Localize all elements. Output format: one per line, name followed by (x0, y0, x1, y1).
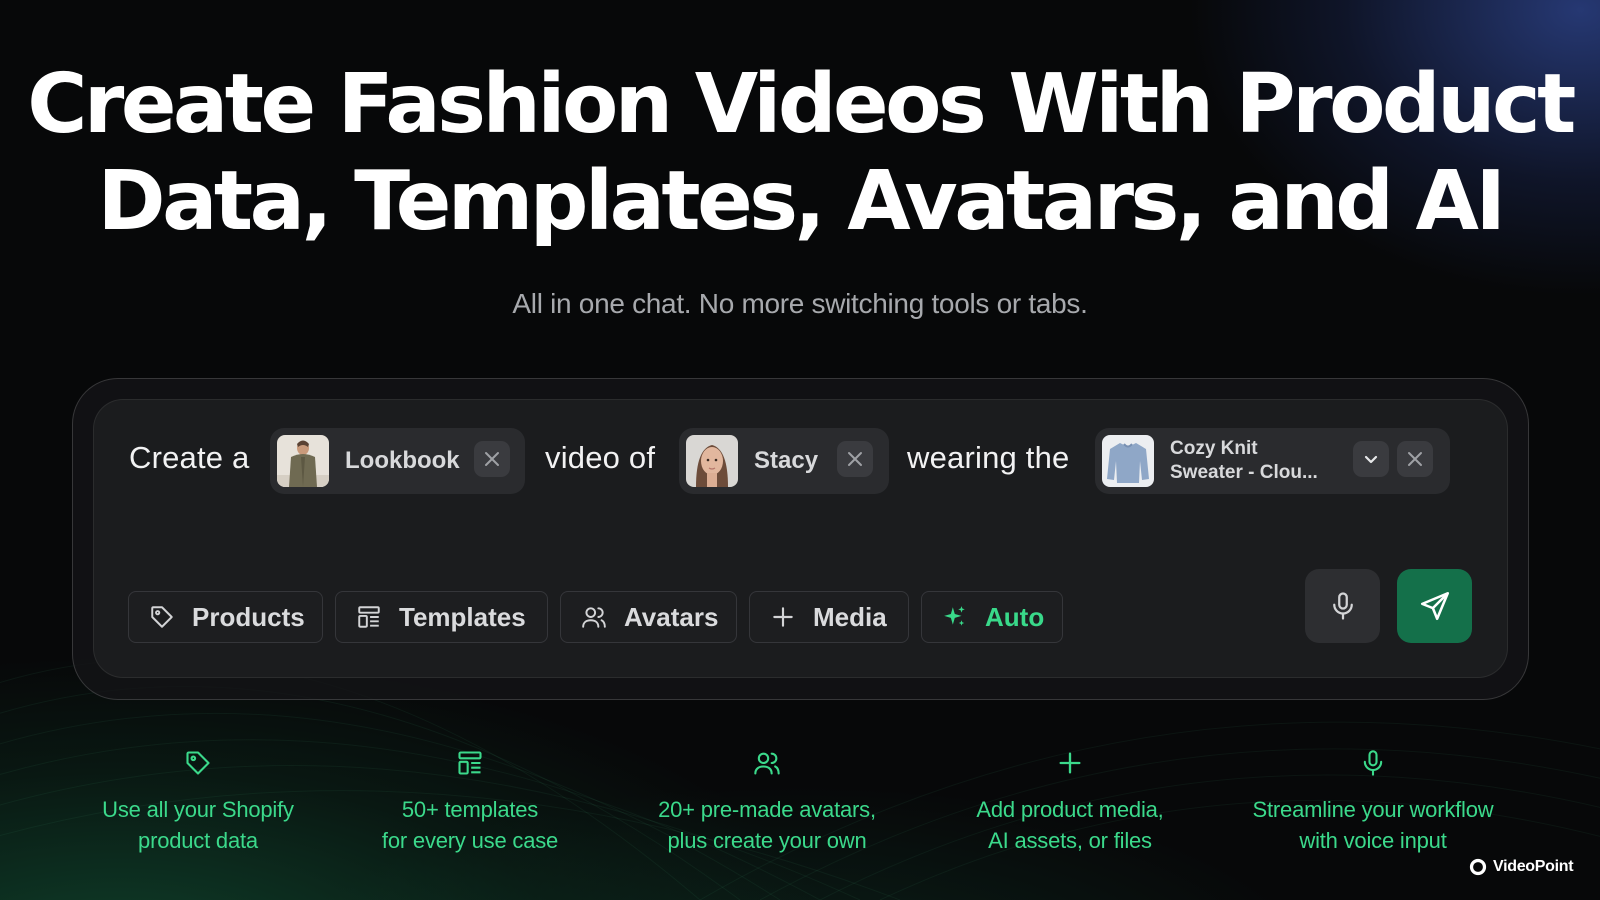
hero-title-line1: Create Fashion Videos With Product (27, 57, 1576, 152)
template-icon (356, 604, 382, 630)
brand-name: VideoPoint (1493, 858, 1574, 875)
send-button[interactable] (1397, 569, 1472, 643)
users-icon (581, 604, 607, 630)
product-chip-label-line1: Cozy Knit (1170, 438, 1258, 459)
product-chip-label: Cozy Knit Sweater - Clou... (1170, 437, 1318, 485)
voice-input-button[interactable] (1305, 569, 1380, 643)
feature-shopify-data: Use all your Shopify product data (48, 748, 348, 856)
users-icon (617, 748, 917, 778)
feature-text-line2: product data (138, 828, 258, 853)
feature-text-line2: with voice input (1299, 828, 1447, 853)
media-button-label: Media (813, 601, 887, 632)
feature-media: Add product media, AI assets, or files (920, 748, 1220, 856)
hero-title: Create Fashion Videos With Product Data,… (0, 56, 1600, 250)
avatars-button[interactable]: Avatars (560, 591, 737, 643)
mic-icon (1223, 748, 1523, 778)
sweater-thumbnail (1102, 435, 1154, 487)
hero-subtitle: All in one chat. No more switching tools… (512, 288, 1088, 319)
feature-text-line1: 20+ pre-made avatars, (658, 797, 876, 822)
feature-avatars: 20+ pre-made avatars, plus create your o… (617, 748, 917, 856)
send-icon (1420, 591, 1449, 621)
jacket-model-thumbnail (277, 435, 329, 487)
media-button[interactable]: Media (749, 591, 909, 643)
feature-text-line1: Use all your Shopify (102, 797, 294, 822)
feature-text-line2: AI assets, or files (988, 828, 1152, 853)
close-icon (848, 452, 862, 466)
product-dropdown-button[interactable] (1353, 441, 1389, 477)
feature-text-line1: Add product media, (976, 797, 1164, 822)
prompt-text-wearing-the: wearing the (907, 440, 1070, 475)
auto-button[interactable]: Auto (921, 591, 1063, 643)
product-chip[interactable]: Cozy Knit Sweater - Clou... (1095, 428, 1450, 494)
feature-voice-input: Streamline your workflow with voice inpu… (1223, 748, 1523, 856)
prompt-text-video-of: video of (545, 440, 656, 475)
feature-text-line1: Streamline your workflow (1252, 797, 1494, 822)
tag-icon (149, 604, 175, 630)
tag-icon (48, 748, 348, 778)
hero-title-line2: Data, Templates, Avatars, and AI (97, 154, 1506, 249)
templates-button-label: Templates (399, 601, 526, 632)
brand-logo: VideoPoint (1469, 858, 1574, 876)
plus-icon (920, 748, 1220, 778)
close-icon (1408, 452, 1422, 466)
feature-text-line2: plus create your own (667, 828, 867, 853)
template-icon (320, 748, 620, 778)
feature-text-line2: for every use case (381, 828, 559, 853)
chevron-down-icon (1364, 455, 1378, 464)
product-chip-label-line2: Sweater - Clou... (1170, 462, 1318, 483)
remove-template-button[interactable] (474, 441, 510, 477)
auto-button-label: Auto (985, 601, 1045, 632)
remove-avatar-button[interactable] (837, 441, 873, 477)
avatar-chip-label: Stacy (754, 447, 819, 474)
products-button-label: Products (192, 601, 305, 632)
template-chip-label: Lookbook (345, 447, 460, 474)
products-button[interactable]: Products (128, 591, 323, 643)
avatar-chip[interactable]: Stacy (679, 428, 889, 494)
remove-product-button[interactable] (1397, 441, 1433, 477)
template-chip[interactable]: Lookbook (270, 428, 525, 494)
avatars-button-label: Avatars (624, 601, 719, 632)
feature-templates: 50+ templates for every use case (320, 748, 620, 856)
avatar-face-thumbnail (686, 435, 738, 487)
plus-icon (770, 604, 796, 630)
templates-button[interactable]: Templates (335, 591, 548, 643)
sparkles-icon (942, 604, 968, 630)
mic-icon (1332, 592, 1353, 620)
feature-text-line1: 50+ templates (401, 797, 539, 822)
brand-icon (1469, 858, 1487, 876)
prompt-text-create: Create a (129, 440, 250, 475)
close-icon (485, 452, 499, 466)
